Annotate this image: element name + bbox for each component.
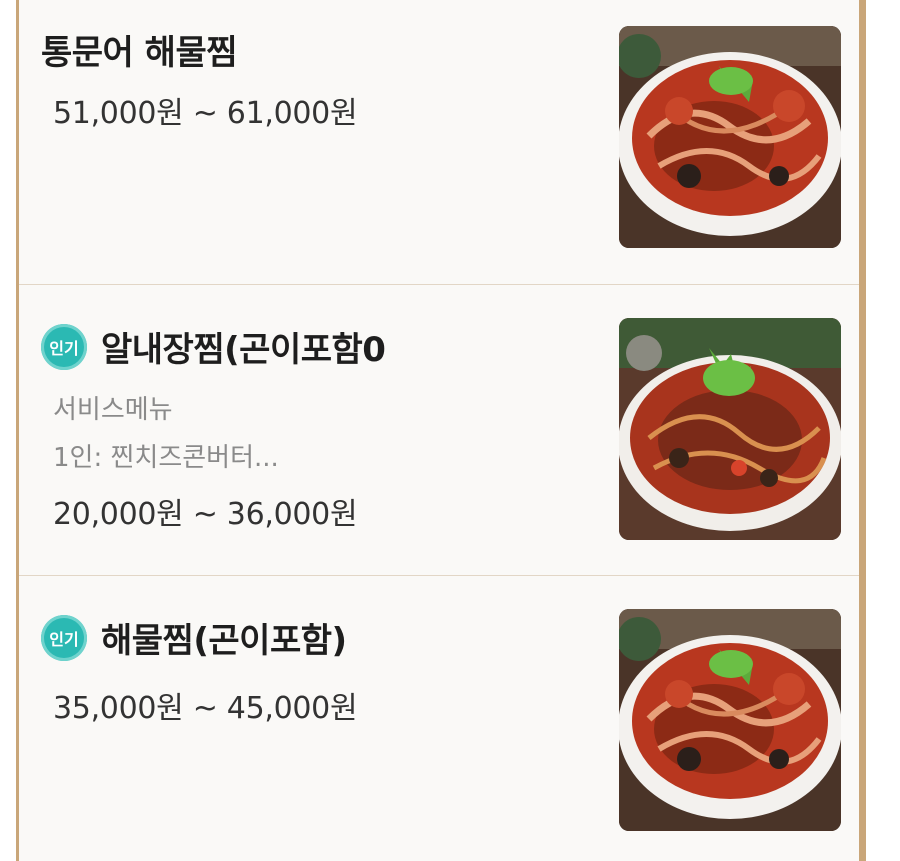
menu-item-title-row: 인기 해물찜(곤이포함)	[41, 613, 347, 662]
menu-item[interactable]: 인기 알내장찜(곤이포함0 서비스메뉴 1인: 찐치즈콘버터... 20,000…	[19, 284, 859, 576]
menu-item-description-line: 1인: 찐치즈콘버터...	[53, 443, 279, 473]
seafood-dish-icon	[619, 609, 841, 831]
menu-item-price: 51,000원 ~ 61,000원	[53, 96, 358, 131]
menu-item[interactable]: 인기 해물찜(곤이포함) 35,000원 ~ 45,000원	[19, 575, 859, 861]
menu-item-title-row: 인기 알내장찜(곤이포함0	[41, 322, 386, 371]
menu-item-image[interactable]	[619, 609, 841, 831]
menu-item-image[interactable]	[619, 318, 841, 540]
menu-item-title-row: 통문어 해물찜	[41, 25, 238, 74]
menu-item[interactable]: 통문어 해물찜 51,000원 ~ 61,000원	[19, 0, 859, 285]
seafood-dish-icon	[619, 318, 841, 540]
menu-item-title: 해물찜(곤이포함)	[101, 621, 347, 661]
menu-item-price: 20,000원 ~ 36,000원	[53, 497, 358, 532]
seafood-dish-icon	[619, 26, 841, 248]
menu-list: 통문어 해물찜 51,000원 ~ 61,000원 인기 알내장찜(곤이포함0 …	[16, 0, 866, 861]
menu-screen: 통문어 해물찜 51,000원 ~ 61,000원 인기 알내장찜(곤이포함0 …	[0, 0, 900, 861]
menu-item-price: 35,000원 ~ 45,000원	[53, 691, 358, 726]
menu-item-title: 알내장찜(곤이포함0	[101, 330, 386, 370]
menu-item-description-line: 서비스메뉴	[53, 395, 173, 425]
menu-item-image[interactable]	[619, 26, 841, 248]
menu-item-title: 통문어 해물찜	[41, 33, 238, 73]
popular-badge: 인기	[41, 614, 87, 661]
popular-badge: 인기	[41, 323, 87, 370]
